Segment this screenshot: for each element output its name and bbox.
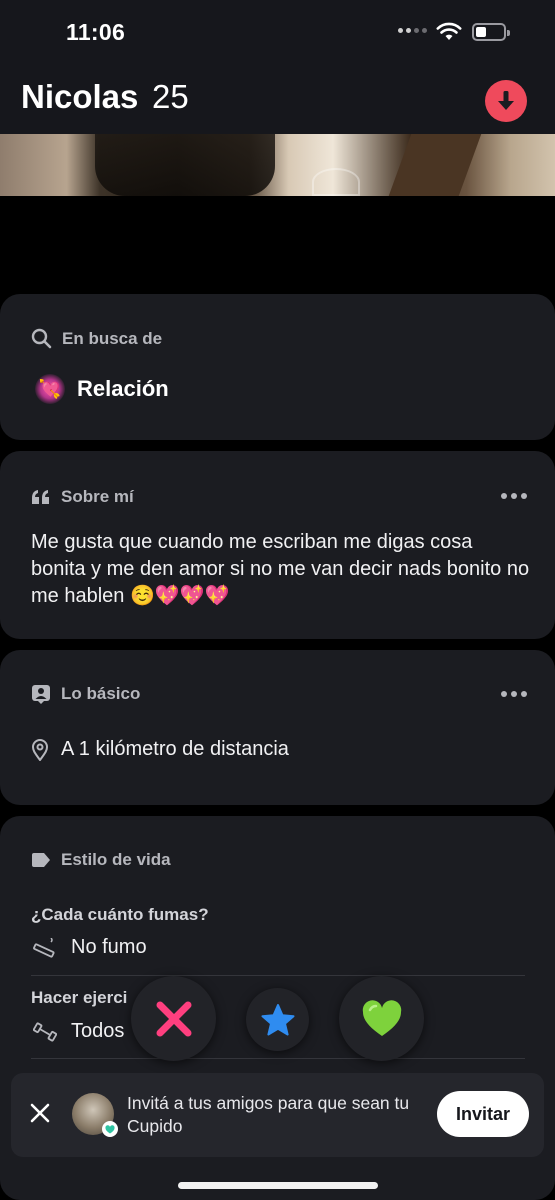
- profile-header: Nicolas 25: [0, 64, 555, 134]
- relationship-goal: Relación: [77, 376, 169, 401]
- heart-badge-icon: [102, 1121, 118, 1137]
- close-icon[interactable]: [29, 1102, 51, 1124]
- bio-text: Me gusta que cuando me escriban me digas…: [31, 531, 530, 607]
- nope-button[interactable]: [131, 976, 216, 1061]
- exercise-answer-text: Todos: [71, 1020, 125, 1042]
- status-bar: 11:06: [0, 0, 555, 64]
- arrow-down-icon: [498, 91, 514, 110]
- looking-for-label: En busca de: [62, 328, 163, 348]
- invite-text: Invitá a tus amigos para que sean tu Cup…: [127, 1093, 410, 1136]
- looking-for-card: En busca de 💘 Relación: [0, 294, 555, 440]
- profile-photo[interactable]: [0, 134, 555, 196]
- cigarette-icon: [33, 937, 55, 958]
- friend-avatar: [72, 1093, 118, 1137]
- super-like-button[interactable]: [246, 988, 309, 1051]
- about-heading: Sobre mí: [31, 487, 134, 507]
- distance-text: A 1 kilómetro de distancia: [61, 738, 289, 760]
- basics-label: Lo básico: [61, 684, 141, 703]
- collapse-profile-button[interactable]: [485, 80, 527, 122]
- smoking-answer: No fumo: [33, 936, 147, 959]
- quote-icon: [32, 490, 49, 504]
- status-time: 11:06: [66, 19, 126, 45]
- heart-arrow-icon: 💘: [35, 374, 65, 404]
- location-pin-icon: [31, 738, 49, 761]
- divider: [31, 975, 525, 976]
- looking-for-heading: En busca de: [31, 328, 162, 349]
- dumbbell-icon: [33, 1022, 57, 1041]
- heart-icon: [362, 999, 401, 1036]
- id-badge-icon: [32, 685, 50, 704]
- about-label: Sobre mí: [61, 487, 134, 506]
- battery-icon: [472, 23, 510, 41]
- divider: [31, 1058, 525, 1059]
- looking-for-value: 💘 Relación: [35, 374, 169, 404]
- home-indicator[interactable]: [178, 1182, 378, 1189]
- tag-icon: [32, 853, 50, 867]
- lifestyle-label: Estilo de vida: [61, 850, 171, 869]
- smoking-answer-text: No fumo: [71, 936, 147, 958]
- distance-row: A 1 kilómetro de distancia: [31, 738, 289, 761]
- basics-card: Lo básico A 1 kilómetro de distancia: [0, 650, 555, 805]
- lifestyle-heading: Estilo de vida: [31, 850, 171, 870]
- star-icon: [261, 1003, 294, 1035]
- basics-more-icon[interactable]: [501, 691, 527, 697]
- like-button[interactable]: [339, 976, 424, 1061]
- exercise-question: Hacer ejerci: [31, 988, 128, 1007]
- x-icon: [156, 1001, 191, 1036]
- about-card: Sobre mí Me gusta que cuando me escriban…: [0, 451, 555, 639]
- profile-age: 25: [152, 78, 189, 115]
- wifi-icon: [436, 22, 462, 40]
- cellular-signal-icon: [398, 28, 427, 33]
- invite-button[interactable]: Invitar: [437, 1091, 529, 1137]
- basics-heading: Lo básico: [31, 684, 140, 704]
- search-icon: [31, 328, 52, 349]
- smoking-question: ¿Cada cuánto fumas?: [31, 905, 209, 924]
- profile-name: Nicolas: [21, 78, 139, 115]
- about-more-icon[interactable]: [501, 493, 527, 499]
- invite-banner: Invitá a tus amigos para que sean tu Cup…: [11, 1073, 544, 1157]
- exercise-answer: Todos: [33, 1020, 124, 1043]
